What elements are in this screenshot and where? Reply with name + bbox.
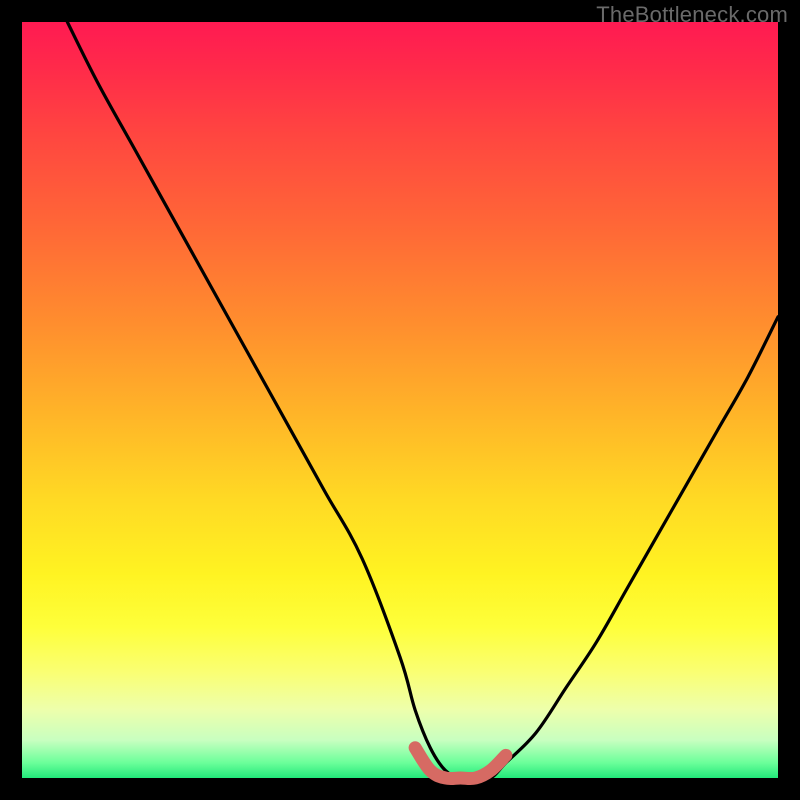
chart-frame: TheBottleneck.com (0, 0, 800, 800)
bottleneck-curve (67, 22, 778, 779)
optimal-region-highlight (415, 748, 506, 779)
curve-svg (22, 22, 778, 778)
plot-area (22, 22, 778, 778)
